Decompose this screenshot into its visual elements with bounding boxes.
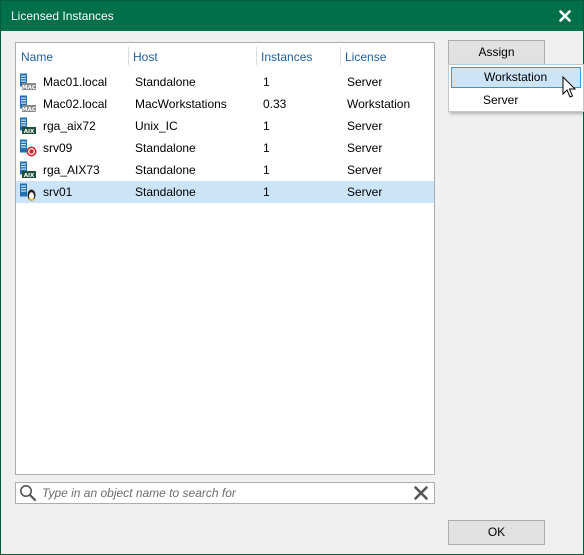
search-box — [15, 482, 435, 504]
row-name-text: Mac02.local — [43, 97, 108, 111]
cell-license: Server — [347, 163, 383, 177]
list-header: Name Host Instances License — [16, 43, 434, 69]
cell-license: Server — [347, 75, 383, 89]
cell-instances: 1 — [263, 185, 270, 199]
svg-text:AIX: AIX — [24, 173, 35, 179]
cell-host: Standalone — [135, 163, 196, 177]
table-row[interactable]: MAC Mac01.local Standalone 1 Server — [16, 71, 434, 93]
cell-instances: 1 — [263, 163, 270, 177]
cell-name: AIX rga_aix72 — [16, 117, 128, 135]
menu-item-workstation[interactable]: Workstation — [451, 67, 581, 88]
cell-host: Standalone — [135, 141, 196, 155]
mac-server-icon: MAC — [19, 73, 37, 91]
search-input[interactable] — [42, 485, 402, 501]
cell-license: Server — [347, 119, 383, 133]
row-name-text: rga_AIX73 — [43, 163, 100, 177]
table-row[interactable]: srv01 Standalone 1 Server — [16, 181, 434, 203]
svg-text:MAC: MAC — [22, 107, 36, 113]
column-header-name[interactable]: Name — [16, 43, 128, 69]
column-header-host[interactable]: Host — [128, 43, 256, 69]
title-bar: Licensed Instances — [1, 1, 583, 31]
row-name-text: srv09 — [43, 141, 73, 155]
cell-host: Standalone — [135, 75, 196, 89]
svg-text:AIX: AIX — [24, 129, 35, 135]
row-name-text: Mac01.local — [43, 75, 108, 89]
cell-instances: 1 — [263, 75, 270, 89]
cell-name: srv09 — [16, 139, 128, 157]
aix-server-icon: AIX — [19, 117, 37, 135]
cell-name: MAC Mac02.local — [16, 95, 128, 113]
assign-menu: Workstation Server — [448, 64, 584, 112]
mac-server-icon: MAC — [19, 95, 37, 113]
table-row[interactable]: AIX rga_AIX73 Standalone 1 Server — [16, 159, 434, 181]
cell-license: Server — [347, 185, 383, 199]
cell-host: MacWorkstations — [135, 97, 227, 111]
cell-host: Standalone — [135, 185, 196, 199]
search-icon — [20, 485, 37, 502]
row-name-text: srv01 — [43, 185, 73, 199]
cell-name: AIX rga_AIX73 — [16, 161, 128, 179]
cell-host: Unix_IC — [135, 119, 178, 133]
dialog-title: Licensed Instances — [11, 9, 114, 23]
close-icon — [559, 10, 571, 22]
column-header-license[interactable]: License — [340, 43, 434, 69]
close-button[interactable] — [555, 6, 575, 26]
cell-instances: 0.33 — [263, 97, 287, 111]
table-row[interactable]: srv09 Standalone 1 Server — [16, 137, 434, 159]
cell-license: Workstation — [347, 97, 411, 111]
licensed-instances-dialog: Licensed Instances Name Host Instances L… — [0, 0, 584, 555]
menu-item-server[interactable]: Server — [451, 90, 581, 111]
svg-text:MAC: MAC — [22, 85, 36, 91]
table-row[interactable]: MAC Mac02.local MacWorkstations 0.33 Worksta… — [16, 93, 434, 115]
ok-button[interactable]: OK — [448, 520, 545, 545]
linux-server-icon — [19, 183, 37, 201]
cell-name: srv01 — [16, 183, 128, 201]
cell-instances: 1 — [263, 141, 270, 155]
aix-server-icon: AIX — [19, 161, 37, 179]
table-row[interactable]: AIX rga_aix72 Unix_IC 1 Server — [16, 115, 434, 137]
cell-instances: 1 — [263, 119, 270, 133]
cell-name: MAC Mac01.local — [16, 73, 128, 91]
cell-license: Server — [347, 141, 383, 155]
column-header-instances[interactable]: Instances — [256, 43, 340, 69]
solaris-server-icon — [19, 139, 37, 157]
list-rows: MAC Mac01.local Standalone 1 Server MAC Mac02.… — [16, 71, 434, 203]
assign-button[interactable]: Assign — [448, 40, 545, 65]
clear-search-icon[interactable] — [413, 485, 429, 501]
row-name-text: rga_aix72 — [43, 119, 96, 133]
instances-list[interactable]: Name Host Instances License MAC Mac01.loc… — [15, 42, 435, 475]
